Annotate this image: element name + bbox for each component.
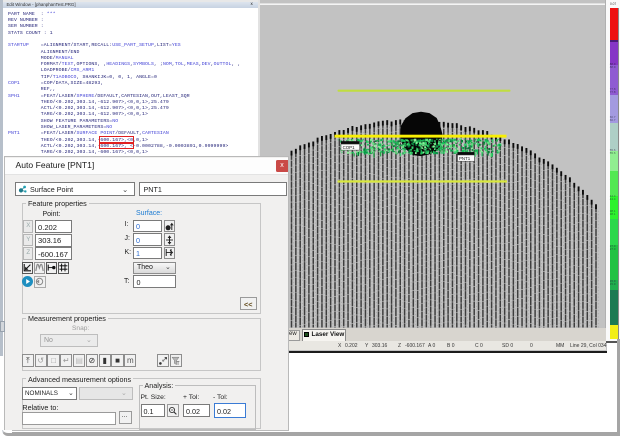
svg-text:COP1: COP1 <box>343 145 356 150</box>
svg-text:T: T <box>177 361 180 366</box>
svg-text:PNT1: PNT1 <box>459 156 471 161</box>
